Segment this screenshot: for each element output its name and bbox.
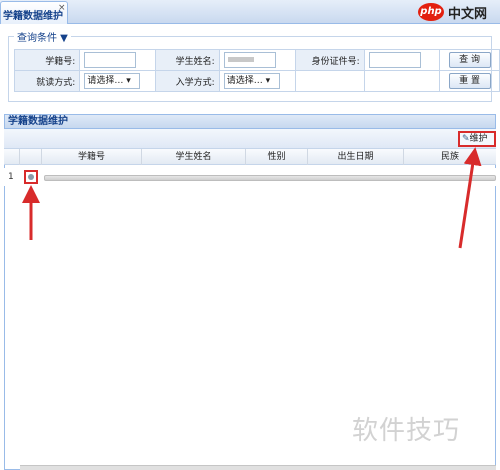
arrow-to-maintain-button bbox=[458, 147, 482, 249]
annotation-arrows bbox=[22, 147, 482, 249]
